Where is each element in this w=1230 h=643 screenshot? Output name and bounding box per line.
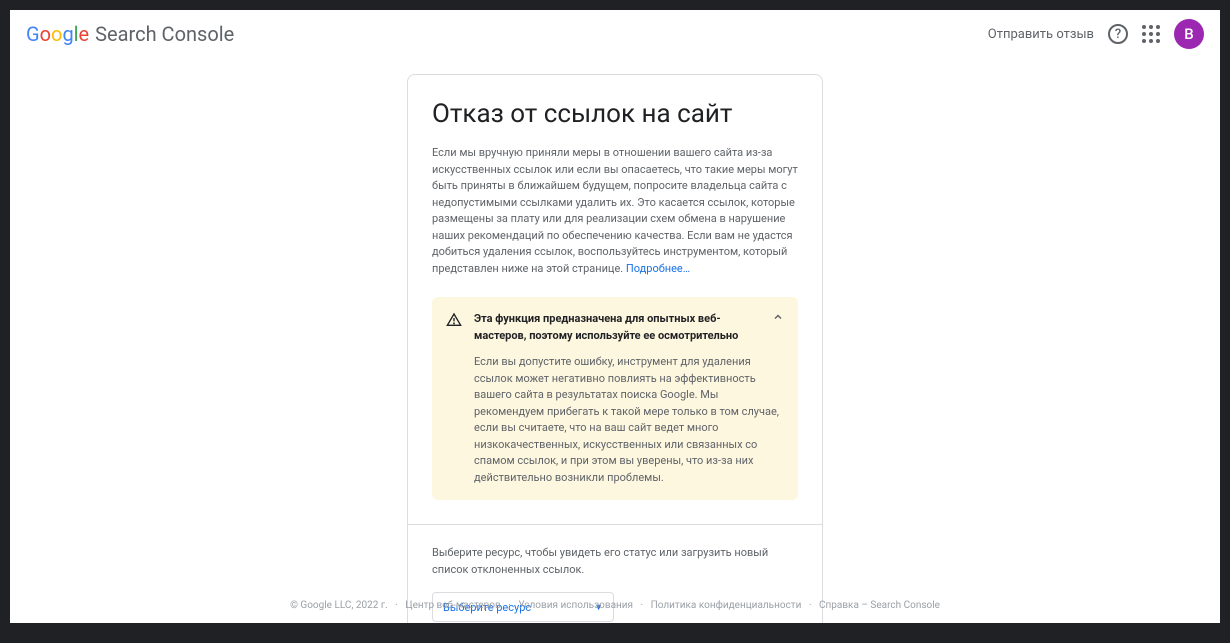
footer-link[interactable]: Политика конфиденциальности xyxy=(646,600,807,611)
google-logo-icon: Google xyxy=(26,22,89,46)
logo[interactable]: Google Search Console xyxy=(26,22,234,46)
content-area: Отказ от ссылок на сайт Если мы вручную … xyxy=(10,58,1220,623)
app-window: Google Search Console Отправить отзыв ? … xyxy=(10,10,1220,623)
apps-icon[interactable] xyxy=(1142,25,1160,43)
feedback-link[interactable]: Отправить отзыв xyxy=(988,27,1094,42)
logo-product-name: Search Console xyxy=(95,22,234,46)
warning-icon xyxy=(446,312,462,486)
warning-title: Эта функция предназначена для опытных ве… xyxy=(474,311,784,344)
description-text: Если мы вручную приняли меры в отношении… xyxy=(432,146,798,275)
footer-link[interactable]: Центр веб-мастеров xyxy=(400,600,505,611)
header-actions: Отправить отзыв ? В xyxy=(988,19,1204,49)
header: Google Search Console Отправить отзыв ? … xyxy=(10,10,1220,58)
learn-more-link[interactable]: Подробнее… xyxy=(626,262,690,275)
select-prompt: Выберите ресурс, чтобы увидеть его стату… xyxy=(432,545,798,578)
warning-text: Если вы допустите ошибку, инструмент для… xyxy=(474,354,784,486)
help-icon[interactable]: ? xyxy=(1108,24,1128,44)
avatar[interactable]: В xyxy=(1174,19,1204,49)
footer: © Google LLC, 2022 г. · Центр веб-мастер… xyxy=(10,600,1220,611)
warning-body: Эта функция предназначена для опытных ве… xyxy=(474,311,784,486)
divider xyxy=(408,524,822,525)
footer-link[interactable]: Условия использования xyxy=(513,600,638,611)
page-title: Отказ от ссылок на сайт xyxy=(432,99,798,129)
footer-copyright: © Google LLC, 2022 г. xyxy=(285,600,393,611)
disavow-card: Отказ от ссылок на сайт Если мы вручную … xyxy=(407,74,823,623)
footer-link[interactable]: Справка – Search Console xyxy=(814,600,945,611)
chevron-up-icon[interactable] xyxy=(772,311,784,323)
warning-box: Эта функция предназначена для опытных ве… xyxy=(432,297,798,500)
page-description: Если мы вручную приняли меры в отношении… xyxy=(432,145,798,277)
